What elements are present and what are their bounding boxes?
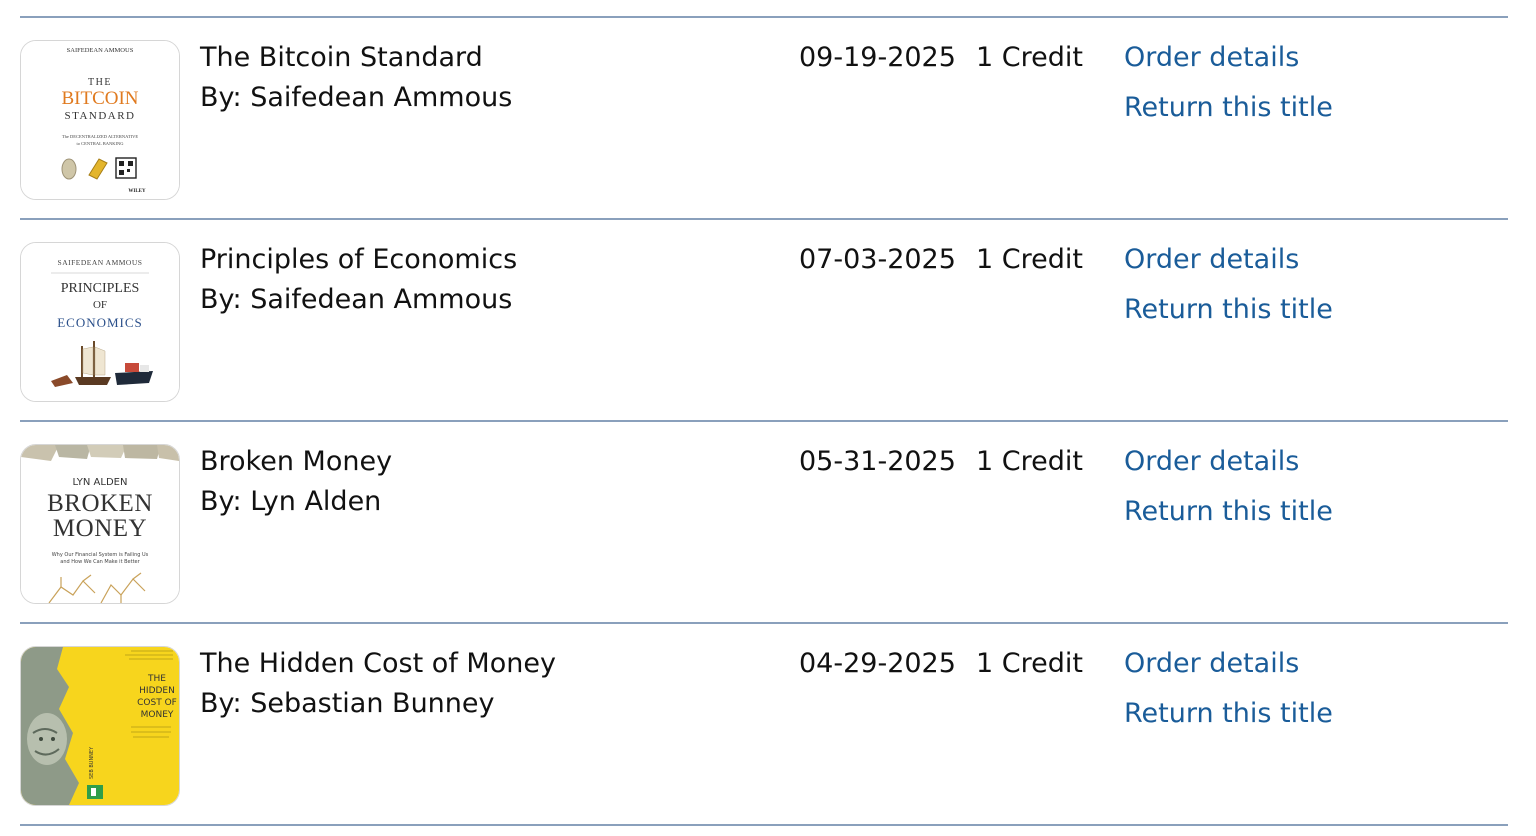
book-cover[interactable]: SAIFEDEAN AMMOUS THE BITCOIN STANDARD Th… <box>20 40 180 200</box>
svg-text:SAIFEDEAN AMMOUS: SAIFEDEAN AMMOUS <box>58 258 143 267</box>
book-author: By: Lyn Alden <box>200 486 382 517</box>
order-date: 07-03-2025 <box>799 244 956 275</box>
book-cover[interactable]: LYN ALDEN BROKEN MONEY Why Our Financial… <box>20 444 180 604</box>
credit-cost: 1 Credit <box>976 244 1083 275</box>
order-details-link[interactable]: Order details <box>1124 442 1299 482</box>
return-title-link[interactable]: Return this title <box>1124 290 1333 330</box>
return-title-link[interactable]: Return this title <box>1124 492 1333 532</box>
book-title: The Hidden Cost of Money <box>200 648 556 679</box>
svg-text:MONEY: MONEY <box>53 515 147 542</box>
svg-text:and How We Can Make it Better: and How We Can Make it Better <box>60 559 140 565</box>
order-details-link[interactable]: Order details <box>1124 38 1299 78</box>
svg-text:COST OF: COST OF <box>137 698 177 708</box>
library-order-list: SAIFEDEAN AMMOUS THE BITCOIN STANDARD Th… <box>20 16 1508 826</box>
svg-text:to CENTRAL BANKING: to CENTRAL BANKING <box>76 141 124 146</box>
credit-cost: 1 Credit <box>976 42 1083 73</box>
credit-cost: 1 Credit <box>976 446 1083 477</box>
order-date: 04-29-2025 <box>799 648 956 679</box>
svg-text:SAIFEDEAN AMMOUS: SAIFEDEAN AMMOUS <box>67 47 134 54</box>
svg-text:STANDARD: STANDARD <box>64 110 135 122</box>
book-title: Principles of Economics <box>200 244 518 275</box>
svg-text:Why Our Financial System is Fa: Why Our Financial System is Failing Us <box>52 552 149 558</box>
svg-text:THE: THE <box>88 77 112 88</box>
svg-text:HIDDEN: HIDDEN <box>139 686 175 696</box>
book-author: By: Saifedean Ammous <box>200 284 513 315</box>
book-title: The Bitcoin Standard <box>200 42 483 73</box>
book-author: By: Saifedean Ammous <box>200 82 513 113</box>
return-title-link[interactable]: Return this title <box>1124 88 1333 128</box>
book-author: By: Sebastian Bunney <box>200 688 495 719</box>
list-item: SAIFEDEAN AMMOUS PRINCIPLES OF ECONOMICS… <box>20 220 1508 420</box>
svg-text:WILEY: WILEY <box>128 189 146 194</box>
svg-text:SEB BUNNEY: SEB BUNNEY <box>89 746 95 779</box>
svg-text:OF: OF <box>93 299 107 311</box>
svg-text:LYN ALDEN: LYN ALDEN <box>73 477 128 488</box>
list-item: LYN ALDEN BROKEN MONEY Why Our Financial… <box>20 422 1508 622</box>
list-item: THE HIDDEN COST OF MONEY SEB BUNNEY The … <box>20 624 1508 824</box>
book-cover[interactable]: THE HIDDEN COST OF MONEY SEB BUNNEY <box>20 646 180 806</box>
order-date: 05-31-2025 <box>799 446 956 477</box>
return-title-link[interactable]: Return this title <box>1124 694 1333 734</box>
svg-text:ECONOMICS: ECONOMICS <box>57 315 143 330</box>
order-details-link[interactable]: Order details <box>1124 240 1299 280</box>
order-details-link[interactable]: Order details <box>1124 644 1299 684</box>
svg-text:BITCOIN: BITCOIN <box>61 88 138 109</box>
list-item: SAIFEDEAN AMMOUS THE BITCOIN STANDARD Th… <box>20 18 1508 218</box>
svg-text:BROKEN: BROKEN <box>47 490 153 517</box>
book-cover[interactable]: SAIFEDEAN AMMOUS PRINCIPLES OF ECONOMICS <box>20 242 180 402</box>
credit-cost: 1 Credit <box>976 648 1083 679</box>
svg-text:PRINCIPLES: PRINCIPLES <box>61 281 140 296</box>
svg-text:MONEY: MONEY <box>141 710 174 720</box>
divider <box>20 824 1508 826</box>
svg-text:THE: THE <box>147 674 166 684</box>
svg-text:The DECENTRALIZED ALTERNATIVE: The DECENTRALIZED ALTERNATIVE <box>62 134 139 139</box>
book-title: Broken Money <box>200 446 393 477</box>
order-date: 09-19-2025 <box>799 42 956 73</box>
